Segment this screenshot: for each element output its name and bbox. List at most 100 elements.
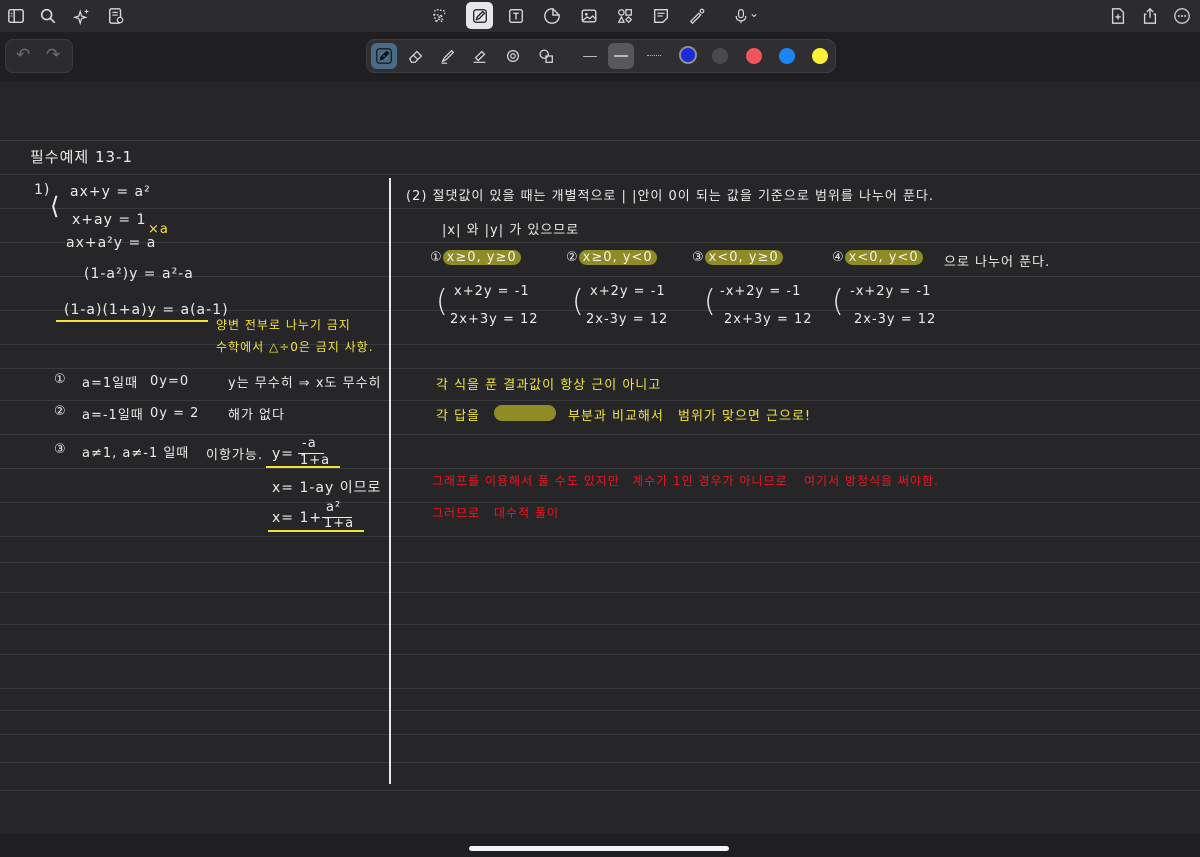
shape-eraser-icon[interactable] (533, 43, 559, 69)
marker-icon[interactable] (467, 43, 493, 69)
shapes-icon[interactable] (613, 4, 637, 28)
case-label-1: ① x≥0, y≥0 (430, 250, 521, 265)
microphone-chevron-icon: ⌄ (748, 6, 760, 20)
system-2-eq-b: 2x-3y = 12 (586, 312, 669, 327)
pen-icon[interactable] (466, 2, 493, 29)
case-label-1-cond: x≥0, y≥0 (442, 250, 521, 265)
red-note-1b: 계수가 1인 경우가 아니므로 (632, 474, 788, 488)
system-3-brace: ( (704, 284, 716, 319)
text-box-icon[interactable] (504, 4, 528, 28)
undo-button[interactable]: ↶ (16, 45, 30, 65)
eq-3: ax+a²y = a (66, 235, 157, 251)
warning-note-2: 수학에서 △÷0은 금지 사항. (216, 340, 374, 354)
color-swatch-red[interactable] (746, 48, 762, 64)
line-dotted-option[interactable] (641, 43, 667, 69)
solution-y-numerator: -a (302, 436, 317, 451)
share-icon[interactable] (1138, 4, 1162, 28)
case-3-note: 이항가능. (206, 448, 263, 463)
system-2-eq-a: x+2y = -1 (590, 284, 666, 299)
home-indicator[interactable] (469, 846, 729, 851)
color-swatch-blue[interactable] (779, 48, 795, 64)
case-3: a≠1, a≠-1 일때 (82, 446, 190, 461)
case-1-result: y는 무수히 ⇒ x도 무수히 (228, 376, 382, 391)
system-1-eq-a: x+2y = -1 (454, 284, 530, 299)
case-label-4: ④ x<0, y<0 (832, 250, 923, 265)
solution-x-underline (268, 530, 364, 532)
eq-2: x+ay = 1 (72, 212, 147, 228)
highlight-blank (494, 405, 556, 421)
fountain-pen-icon[interactable] (371, 43, 397, 69)
system-3-eq-a: -x+2y = -1 (720, 284, 802, 299)
line-medium-option[interactable] (608, 43, 634, 69)
more-icon[interactable] (1170, 4, 1194, 28)
solution-x-step: x= 1-ay 이므로 (272, 480, 382, 496)
case-1-num: ① (54, 372, 67, 387)
system-4-eq-b: 2x-3y = 12 (854, 312, 937, 327)
color-swatch-yellow[interactable] (812, 48, 828, 64)
yellow-note-1: 각 식을 푼 결과값이 항상 근이 아니고 (436, 378, 662, 393)
case-label-3: ③ x<0, y≥0 (692, 250, 783, 265)
system-3-eq-b: 2x+3y = 12 (724, 312, 813, 327)
sidebar-icon[interactable] (4, 4, 28, 28)
case-label-4-cond: x<0, y<0 (844, 250, 923, 265)
yellow-note-2a: 각 답을 (436, 409, 481, 424)
pen-tool-palette (366, 39, 836, 73)
case-tail: 으로 나누어 푼다. (944, 255, 1051, 270)
color-swatch-gray[interactable] (712, 48, 728, 64)
case-2: a=-1일때 (82, 408, 144, 423)
case-label-3-num: ③ (692, 250, 705, 265)
sticky-note-icon[interactable] (649, 4, 673, 28)
search-icon[interactable] (36, 4, 60, 28)
eq-4: (1-a²)y = a²-a (84, 266, 194, 282)
note-title: 필수예제 13-1 (30, 148, 134, 166)
solution-y-underline (266, 466, 340, 468)
case-3-num: ③ (54, 442, 67, 457)
problem-label-1: 1) (34, 182, 51, 198)
undo-redo-group: ↶ ↷ (5, 39, 73, 73)
spot-icon[interactable] (500, 43, 526, 69)
image-icon[interactable] (577, 4, 601, 28)
line-thin-option[interactable] (577, 43, 603, 69)
highlighter-icon[interactable] (435, 43, 461, 69)
case-2-num: ② (54, 404, 67, 419)
case-label-3-cond: x<0, y≥0 (704, 250, 783, 265)
sticker-icon[interactable] (540, 4, 564, 28)
yellow-note-2b: 부분과 비교해서 (568, 409, 664, 424)
red-note-1a: 그래프를 이용해서 풀 수도 있지만 (432, 474, 620, 488)
case-1: a=1일때 (82, 376, 139, 391)
case-1-eq: 0y=0 (150, 374, 190, 389)
solution-x-numerator: a² (326, 500, 342, 515)
eq-5-underline (56, 320, 208, 322)
system-4-brace: ( (832, 284, 844, 319)
microphone-icon[interactable]: ⌄ (730, 4, 762, 28)
system-2-brace: ( (572, 284, 584, 319)
case-label-2-num: ② (566, 250, 579, 265)
color-swatch-blue-dark[interactable] (679, 46, 697, 64)
sparkle-icon[interactable] (70, 4, 94, 28)
lasso-icon[interactable] (428, 4, 452, 28)
system-1-brace: ( (436, 284, 448, 319)
eraser-icon[interactable] (403, 43, 429, 69)
case-label-4-num: ④ (832, 250, 845, 265)
system-brace: ⟨ (50, 192, 60, 220)
yellow-note-2c: 범위가 맞으면 근으로! (678, 409, 812, 424)
document-settings-icon[interactable] (104, 4, 128, 28)
top-toolbar: ⌄ (0, 0, 1200, 32)
add-page-icon[interactable] (1106, 4, 1130, 28)
warning-note-1: 양변 전부로 나누기 금지 (216, 318, 351, 332)
part-2-intro: (2) 절댓값이 있을 때는 개별적으로 | |안이 0이 되는 값을 기준으로… (406, 189, 935, 204)
laser-pointer-icon[interactable] (685, 4, 709, 28)
case-label-2-cond: x≥0, y<0 (578, 250, 657, 265)
case-2-result: 해가 없다 (228, 408, 285, 423)
solution-y-lhs: y= (272, 446, 295, 462)
system-4-eq-a: -x+2y = -1 (850, 284, 932, 299)
solution-x-denominator: 1+a (324, 516, 355, 531)
column-divider (389, 178, 391, 784)
eq-1: ax+y = a² (70, 184, 151, 200)
redo-button[interactable]: ↷ (46, 45, 60, 65)
case-label-2: ② x≥0, y<0 (566, 250, 657, 265)
case-2-eq: 0y = 2 (150, 406, 200, 421)
red-note-1c: 여기서 방정식을 써야함. (804, 474, 939, 488)
part-2-reason: |x| 와 |y| 가 있으므로 (442, 223, 580, 238)
red-note-2a: 그러므로 (432, 506, 481, 520)
